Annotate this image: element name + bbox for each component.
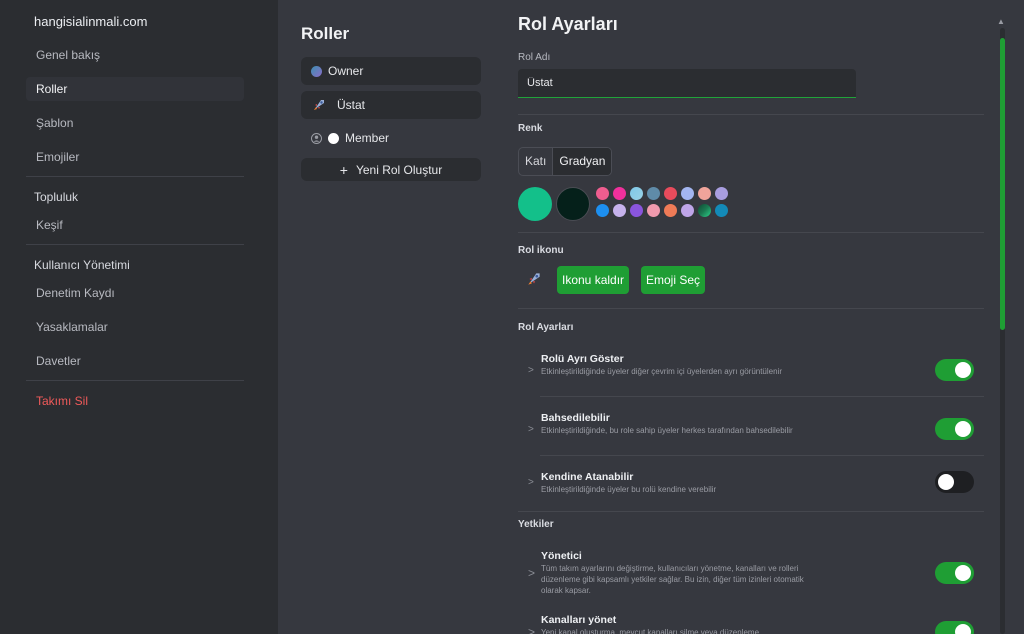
rocket-emoji-icon [525, 270, 543, 288]
role-item-owner[interactable]: Owner [301, 57, 481, 85]
remove-icon-button[interactable]: Ikonu kaldır [557, 266, 630, 294]
permission-title: Yönetici [541, 550, 582, 562]
chevron-right-icon: > [528, 566, 536, 580]
new-role-label: Yeni Rol Oluştur [355, 162, 443, 177]
toggle-knob [955, 362, 971, 378]
role-item-ustat[interactable]: Üstat [301, 91, 481, 119]
nav-discovery[interactable]: Keşif [26, 213, 244, 237]
settings-sidebar: hangisialinmali.com Genel bakış Roller Ş… [0, 0, 278, 634]
role-settings-title: Rol Ayarları [518, 14, 618, 34]
setting-description: Etkinleştirildiğinde üyeler diğer çevrim… [541, 367, 782, 376]
color-swatch[interactable] [715, 187, 728, 200]
color-swatch[interactable] [630, 204, 643, 217]
toggle-self-assignable[interactable] [935, 471, 974, 493]
divider [518, 308, 984, 309]
color-label: Renk [518, 123, 543, 134]
nav-template[interactable]: Şablon [26, 111, 244, 135]
rocket-emoji-icon [311, 97, 327, 113]
permissions-label: Yetkiler [518, 519, 554, 530]
new-role-button[interactable]: + Yeni Rol Oluştur [301, 158, 481, 181]
color-swatch[interactable] [698, 204, 711, 217]
toggle-knob [955, 565, 971, 581]
setting-title: Rolü Ayrı Göster [541, 353, 624, 365]
color-swatch[interactable] [596, 187, 609, 200]
pick-emoji-button[interactable]: Emoji Seç [641, 266, 706, 294]
role-name-input[interactable] [518, 69, 856, 98]
scroll-up-arrow-icon[interactable]: ▲ [997, 17, 1005, 26]
role-icon-label: Rol ikonu [518, 245, 564, 256]
color-swatch[interactable] [664, 187, 677, 200]
color-swatch[interactable] [664, 204, 677, 217]
toggle-knob [938, 474, 954, 490]
color-swatch[interactable] [647, 187, 660, 200]
chevron-right-icon: > [528, 625, 536, 634]
role-name: Üstat [337, 98, 366, 112]
divider [26, 244, 244, 245]
gradient-color-start[interactable] [518, 187, 552, 221]
color-swatch[interactable] [630, 187, 643, 200]
divider [518, 511, 984, 512]
delete-team-button[interactable]: Takımı Sil [26, 389, 244, 413]
color-swatch[interactable] [613, 204, 626, 217]
color-swatch[interactable] [613, 187, 626, 200]
divider [540, 455, 984, 456]
toggle-administrator[interactable] [935, 562, 974, 584]
permission-title: Kanalları yönet [541, 614, 617, 626]
color-mode-gradient[interactable]: Gradyan [552, 148, 612, 175]
chevron-right-icon: > [528, 477, 534, 488]
nav-invites[interactable]: Davetler [26, 349, 244, 373]
nav-bans[interactable]: Yasaklamalar [26, 315, 244, 339]
color-swatch[interactable] [715, 204, 728, 217]
divider [518, 114, 984, 115]
setting-title: Bahsedilebilir [541, 412, 610, 424]
gradient-color-end[interactable] [556, 187, 590, 221]
divider [518, 232, 984, 233]
chevron-right-icon: > [528, 365, 534, 376]
color-palette [596, 187, 728, 217]
server-name: hangisialinmali.com [34, 14, 148, 29]
color-swatch[interactable] [681, 204, 694, 217]
role-settings-label: Rol Ayarları [518, 322, 574, 333]
divider [26, 176, 244, 177]
toggle-display-separately[interactable] [935, 359, 974, 381]
color-mode-solid[interactable]: Katı [519, 148, 552, 175]
toggle-mentionable[interactable] [935, 418, 974, 440]
role-name: Owner [328, 64, 364, 78]
nav-roles[interactable]: Roller [26, 77, 244, 101]
nav-emojis[interactable]: Emojiler [26, 145, 244, 169]
role-name: Member [345, 131, 390, 145]
color-swatch[interactable] [596, 204, 609, 217]
nav-general[interactable]: Genel bakış [26, 43, 244, 67]
nav-heading-community: Topluluk [34, 190, 79, 204]
role-name-label: Rol Adı [518, 52, 551, 63]
divider [540, 396, 984, 397]
color-swatch[interactable] [681, 187, 694, 200]
permission-description: Tüm takım ayarlarını değiştirme, kullanı… [541, 564, 804, 595]
divider [26, 380, 244, 381]
plus-icon: + [339, 161, 348, 178]
roles-title: Roller [301, 24, 350, 43]
color-swatch[interactable] [647, 204, 660, 217]
color-mode-toggle: Katı Gradyan [518, 147, 613, 176]
setting-description: Etkinleştirildiğinde, bu role sahip üyel… [541, 426, 793, 435]
toggle-manage-channels[interactable] [935, 621, 974, 634]
gradient-dot-icon [311, 65, 322, 77]
white-dot-icon [328, 132, 339, 144]
role-item-member[interactable]: Member [301, 124, 481, 152]
toggle-knob [955, 624, 971, 634]
color-swatch[interactable] [698, 187, 711, 200]
person-icon [311, 132, 322, 144]
setting-description: Etkinleştirildiğinde üyeler bu rolü kend… [541, 485, 717, 494]
nav-heading-user-management: Kullanıcı Yönetimi [34, 258, 130, 272]
permission-description: Yeni kanal oluşturma, mevcut kanalları s… [541, 628, 760, 634]
chevron-right-icon: > [528, 424, 534, 435]
toggle-knob [955, 421, 971, 437]
nav-audit-log[interactable]: Denetim Kaydı [26, 281, 244, 305]
scrollbar-thumb[interactable] [1000, 38, 1005, 330]
setting-title: Kendine Atanabilir [541, 471, 634, 483]
